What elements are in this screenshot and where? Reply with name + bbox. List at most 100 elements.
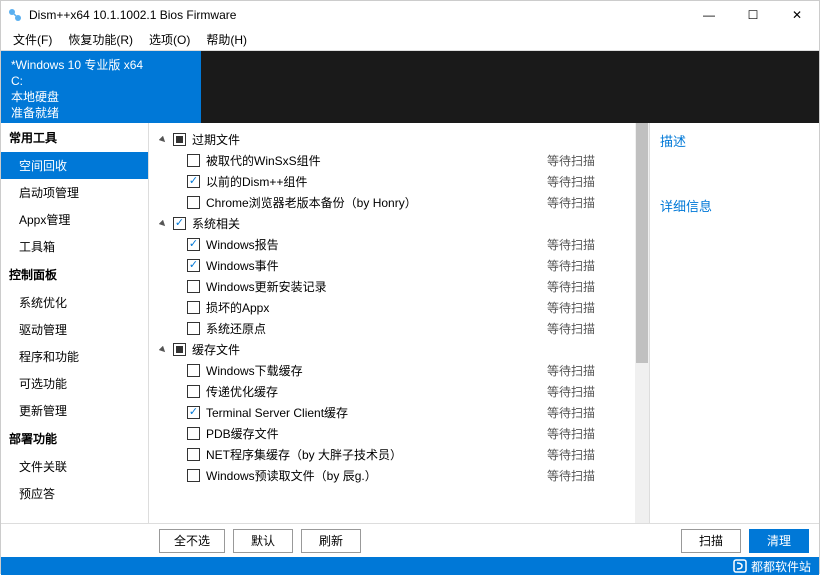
item-status: 等待扫描 [547, 320, 627, 337]
sidebar-item[interactable]: 系统优化 [1, 289, 148, 316]
item-label: Windows下载缓存 [206, 362, 547, 379]
select-none-button[interactable]: 全不选 [159, 529, 225, 553]
menu-options[interactable]: 选项(O) [143, 29, 196, 50]
item-label: Chrome浏览器老版本备份（by Honry） [206, 194, 547, 211]
sidebar-item[interactable]: 空间回收 [1, 152, 148, 179]
menu-file[interactable]: 文件(F) [7, 29, 58, 50]
cleanup-item[interactable]: Windows预读取文件（by 辰g.）等待扫描 [157, 465, 627, 486]
scrollbar[interactable] [635, 123, 649, 523]
sidebar-item[interactable]: 预应答 [1, 480, 148, 507]
group-checkbox[interactable] [173, 217, 186, 230]
collapse-icon[interactable] [157, 218, 169, 230]
item-label: Terminal Server Client缓存 [206, 404, 547, 421]
item-checkbox[interactable] [187, 280, 200, 293]
item-status: 等待扫描 [547, 446, 627, 463]
item-checkbox[interactable] [187, 406, 200, 419]
scan-button[interactable]: 扫描 [681, 529, 741, 553]
group-header[interactable]: 过期文件 [157, 129, 627, 150]
sidebar-section: 常用工具 [1, 123, 148, 152]
menubar: 文件(F) 恢复功能(R) 选项(O) 帮助(H) [1, 29, 819, 51]
brand-text: 都都软件站 [751, 558, 811, 575]
item-checkbox[interactable] [187, 385, 200, 398]
cleanup-item[interactable]: 系统还原点等待扫描 [157, 318, 627, 339]
item-checkbox[interactable] [187, 259, 200, 272]
maximize-button[interactable]: ☐ [731, 1, 775, 29]
sidebar-item[interactable]: 可选功能 [1, 370, 148, 397]
cleanup-item[interactable]: NET程序集缓存（by 大胖子技术员）等待扫描 [157, 444, 627, 465]
group-header[interactable]: 缓存文件 [157, 339, 627, 360]
info-bar: *Windows 10 专业版 x64 C: 本地硬盘 准备就绪 [1, 51, 819, 123]
item-label: PDB缓存文件 [206, 425, 547, 442]
cleanup-item[interactable]: Chrome浏览器老版本备份（by Honry）等待扫描 [157, 192, 627, 213]
item-status: 等待扫描 [547, 236, 627, 253]
sidebar-item[interactable]: 程序和功能 [1, 343, 148, 370]
item-checkbox[interactable] [187, 427, 200, 440]
item-checkbox[interactable] [187, 364, 200, 377]
cleanup-item[interactable]: 传递优化缓存等待扫描 [157, 381, 627, 402]
group-label: 系统相关 [192, 215, 240, 232]
bottom-toolbar: 全不选 默认 刷新 扫描 清理 [1, 523, 819, 557]
close-button[interactable]: ✕ [775, 1, 819, 29]
collapse-icon[interactable] [157, 134, 169, 146]
collapse-icon[interactable] [157, 344, 169, 356]
item-status: 等待扫描 [547, 257, 627, 274]
item-checkbox[interactable] [187, 196, 200, 209]
default-button[interactable]: 默认 [233, 529, 293, 553]
clean-button[interactable]: 清理 [749, 529, 809, 553]
cleanup-item[interactable]: Terminal Server Client缓存等待扫描 [157, 402, 627, 423]
item-checkbox[interactable] [187, 448, 200, 461]
cleanup-item[interactable]: 损坏的Appx等待扫描 [157, 297, 627, 318]
item-checkbox[interactable] [187, 175, 200, 188]
sidebar-item[interactable]: 启动项管理 [1, 179, 148, 206]
item-checkbox[interactable] [187, 154, 200, 167]
group-checkbox[interactable] [173, 343, 186, 356]
item-label: 系统还原点 [206, 320, 547, 337]
cleanup-item[interactable]: 以前的Dism++组件等待扫描 [157, 171, 627, 192]
sidebar: 常用工具空间回收启动项管理Appx管理工具箱控制面板系统优化驱动管理程序和功能可… [1, 123, 149, 523]
cleanup-item[interactable]: 被取代的WinSxS组件等待扫描 [157, 150, 627, 171]
sidebar-item[interactable]: 驱动管理 [1, 316, 148, 343]
cleanup-item[interactable]: Windows报告等待扫描 [157, 234, 627, 255]
minimize-button[interactable]: — [687, 1, 731, 29]
item-status: 等待扫描 [547, 467, 627, 484]
info-status: 准备就绪 [11, 105, 191, 121]
item-status: 等待扫描 [547, 194, 627, 211]
scrollbar-thumb[interactable] [636, 123, 648, 363]
menu-help[interactable]: 帮助(H) [200, 29, 253, 50]
sidebar-section: 部署功能 [1, 424, 148, 453]
item-status: 等待扫描 [547, 404, 627, 421]
group-label: 缓存文件 [192, 341, 240, 358]
app-icon [7, 7, 23, 23]
group-header[interactable]: 系统相关 [157, 213, 627, 234]
cleanup-tree: 过期文件被取代的WinSxS组件等待扫描以前的Dism++组件等待扫描Chrom… [149, 123, 635, 523]
item-checkbox[interactable] [187, 301, 200, 314]
item-label: Windows事件 [206, 257, 547, 274]
description-detail: 详细信息 [660, 196, 809, 215]
item-label: 以前的Dism++组件 [206, 173, 547, 190]
item-checkbox[interactable] [187, 469, 200, 482]
sidebar-section: 控制面板 [1, 260, 148, 289]
group-checkbox[interactable] [173, 133, 186, 146]
item-status: 等待扫描 [547, 278, 627, 295]
item-label: Windows报告 [206, 236, 547, 253]
sidebar-item[interactable]: 文件关联 [1, 453, 148, 480]
cleanup-item[interactable]: Windows事件等待扫描 [157, 255, 627, 276]
sidebar-item[interactable]: 工具箱 [1, 233, 148, 260]
cleanup-item[interactable]: Windows更新安装记录等待扫描 [157, 276, 627, 297]
group-label: 过期文件 [192, 131, 240, 148]
refresh-button[interactable]: 刷新 [301, 529, 361, 553]
sidebar-item[interactable]: 更新管理 [1, 397, 148, 424]
item-label: NET程序集缓存（by 大胖子技术员） [206, 446, 547, 463]
cleanup-item[interactable]: Windows下载缓存等待扫描 [157, 360, 627, 381]
system-info-block[interactable]: *Windows 10 专业版 x64 C: 本地硬盘 准备就绪 [1, 51, 201, 123]
cleanup-item[interactable]: PDB缓存文件等待扫描 [157, 423, 627, 444]
info-drive: C: [11, 73, 191, 89]
item-checkbox[interactable] [187, 322, 200, 335]
sidebar-item[interactable]: Appx管理 [1, 206, 148, 233]
item-label: Windows更新安装记录 [206, 278, 547, 295]
info-disk: 本地硬盘 [11, 89, 191, 105]
item-status: 等待扫描 [547, 173, 627, 190]
item-status: 等待扫描 [547, 152, 627, 169]
item-checkbox[interactable] [187, 238, 200, 251]
menu-recovery[interactable]: 恢复功能(R) [62, 29, 139, 50]
